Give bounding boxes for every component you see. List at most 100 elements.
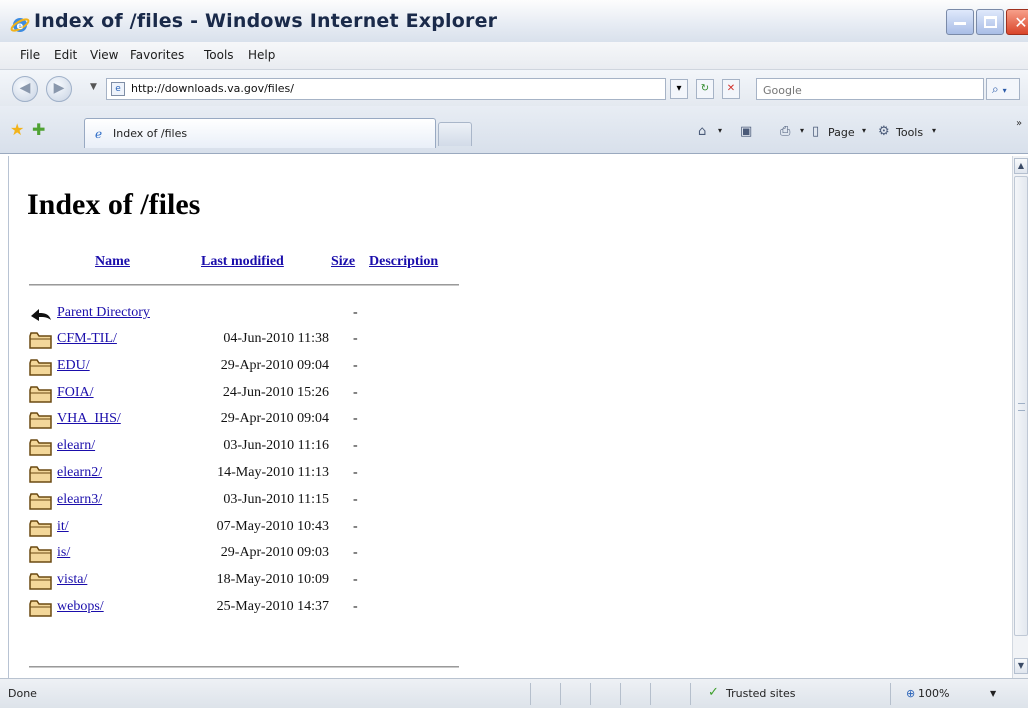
more-commands-icon[interactable]: » bbox=[1016, 118, 1022, 129]
column-header-name[interactable]: Name bbox=[95, 254, 130, 270]
window-title: Index of /files - Windows Internet Explo… bbox=[34, 10, 498, 32]
last-modified-cell: 18-May-2010 10:09 bbox=[216, 572, 329, 588]
folder-link[interactable]: vista/ bbox=[57, 572, 87, 588]
size-cell: - bbox=[353, 518, 358, 534]
address-field[interactable]: e http://downloads.va.gov/files/ bbox=[106, 78, 666, 100]
search-icon: ⌕ bbox=[992, 82, 999, 96]
address-dropdown-icon[interactable]: ▾ bbox=[670, 79, 688, 99]
page-menu[interactable]: Page bbox=[828, 126, 855, 139]
close-button[interactable]: ✕ bbox=[1006, 9, 1028, 35]
size-cell: - bbox=[353, 465, 358, 480]
zoom-dropdown-icon[interactable]: ▼ bbox=[990, 689, 996, 698]
stop-icon[interactable]: ✕ bbox=[722, 79, 740, 99]
list-item: EDU/29-Apr-2010 09:04 - bbox=[9, 353, 479, 379]
list-item: CFM-TIL/04-Jun-2010 11:38 - bbox=[9, 326, 479, 352]
scroll-up-button[interactable]: ▲ bbox=[1014, 158, 1028, 174]
status-separator bbox=[590, 683, 591, 705]
history-dropdown-icon[interactable]: ▼ bbox=[90, 82, 97, 92]
maximize-button[interactable] bbox=[976, 9, 1004, 35]
header-divider bbox=[29, 284, 459, 286]
parent-size: - bbox=[353, 305, 358, 320]
refresh-icon[interactable]: ↻ bbox=[696, 79, 714, 99]
status-separator bbox=[560, 683, 561, 705]
menu-favorites[interactable]: Favorites bbox=[130, 48, 184, 62]
column-header-size[interactable]: Size bbox=[331, 254, 355, 270]
folder-link[interactable]: CFM-TIL/ bbox=[57, 331, 117, 347]
status-separator bbox=[690, 683, 691, 705]
folder-link[interactable]: elearn/ bbox=[57, 438, 95, 454]
page-icon: e bbox=[111, 82, 125, 96]
menu-tools[interactable]: Tools bbox=[204, 48, 234, 62]
footer-divider bbox=[29, 666, 459, 668]
print-icon[interactable]: ⎙ bbox=[780, 124, 790, 139]
star-icon[interactable]: ★ bbox=[10, 120, 24, 139]
folder-icon bbox=[29, 385, 52, 403]
home-dropdown-icon[interactable]: ▾ bbox=[718, 126, 722, 135]
list-item-parent: Parent Directory - bbox=[9, 300, 479, 326]
folder-link[interactable]: it/ bbox=[57, 519, 69, 535]
list-item: elearn2/14-May-2010 11:13 - bbox=[9, 460, 479, 486]
menu-bar: File Edit View Favorites Tools Help bbox=[0, 42, 1028, 70]
list-item: elearn/03-Jun-2010 11:16 - bbox=[9, 433, 479, 459]
size-cell: - bbox=[353, 491, 358, 507]
column-header-description[interactable]: Description bbox=[369, 254, 438, 270]
search-input[interactable] bbox=[757, 80, 983, 101]
maximize-icon bbox=[984, 16, 997, 28]
folder-link[interactable]: FOIA/ bbox=[57, 385, 94, 401]
last-modified-cell: 03-Jun-2010 11:15 bbox=[223, 491, 329, 507]
checkmark-icon: ✓ bbox=[708, 685, 719, 700]
new-tab-button[interactable] bbox=[438, 122, 472, 146]
address-bar: ◀ ▶ ▼ e http://downloads.va.gov/files/ ▾… bbox=[0, 70, 1028, 106]
menu-view[interactable]: View bbox=[90, 48, 118, 62]
url-text[interactable]: http://downloads.va.gov/files/ bbox=[131, 82, 294, 95]
search-dropdown-icon: ▾ bbox=[1002, 86, 1007, 95]
zoom-level[interactable]: 100% bbox=[918, 687, 949, 700]
folder-icon bbox=[29, 439, 52, 456]
folder-link[interactable]: webops/ bbox=[57, 599, 104, 615]
home-icon[interactable]: ⌂ bbox=[698, 124, 706, 139]
tools-dropdown-icon[interactable]: ▾ bbox=[932, 126, 936, 135]
search-field[interactable] bbox=[756, 78, 984, 101]
folder-link[interactable]: is/ bbox=[57, 545, 70, 561]
folder-link[interactable]: elearn2/ bbox=[57, 465, 102, 481]
minimize-button[interactable] bbox=[946, 9, 974, 35]
scroll-thumb[interactable] bbox=[1014, 176, 1028, 636]
last-modified-cell: 07-May-2010 10:43 bbox=[216, 518, 329, 534]
folder-link[interactable]: VHA_IHS/ bbox=[57, 411, 121, 427]
title-bar: e Index of /files - Windows Internet Exp… bbox=[0, 0, 1028, 42]
search-button[interactable]: ⌕ ▾ bbox=[986, 78, 1020, 100]
status-separator bbox=[650, 683, 651, 705]
menu-file[interactable]: File bbox=[20, 48, 40, 62]
folder-icon bbox=[29, 546, 52, 564]
ie-logo-icon: e bbox=[10, 18, 30, 32]
folder-link[interactable]: EDU/ bbox=[57, 358, 90, 374]
folder-link[interactable]: elearn3/ bbox=[57, 492, 102, 508]
tab-index-of-files[interactable]: ℯ Index of /files bbox=[84, 118, 436, 148]
folder-icon bbox=[29, 466, 52, 483]
list-item: it/07-May-2010 10:43 - bbox=[9, 514, 479, 540]
menu-help[interactable]: Help bbox=[248, 48, 275, 62]
magnifier-icon: ⊕ bbox=[906, 687, 916, 700]
forward-button[interactable]: ▶ bbox=[46, 76, 72, 102]
status-separator bbox=[620, 683, 621, 705]
tab-ie-icon: ℯ bbox=[95, 127, 103, 141]
vertical-scrollbar[interactable]: ▲ ▼ bbox=[1012, 156, 1028, 678]
list-item: vista/18-May-2010 10:09 - bbox=[9, 567, 479, 593]
security-zone[interactable]: Trusted sites bbox=[726, 687, 796, 700]
add-favorite-icon[interactable]: ✚ bbox=[32, 120, 45, 139]
menu-edit[interactable]: Edit bbox=[54, 48, 77, 62]
column-header-last-modified[interactable]: Last modified bbox=[201, 254, 284, 270]
scroll-grip-icon bbox=[1018, 403, 1025, 411]
tools-menu[interactable]: Tools bbox=[896, 126, 923, 139]
close-icon: ✕ bbox=[1014, 13, 1028, 32]
minimize-icon bbox=[954, 22, 966, 25]
list-item: elearn3/03-Jun-2010 11:15 - bbox=[9, 487, 479, 513]
parent-directory-link[interactable]: Parent Directory bbox=[57, 305, 150, 321]
back-button[interactable]: ◀ bbox=[12, 76, 38, 102]
print-dropdown-icon[interactable]: ▾ bbox=[800, 126, 804, 135]
feeds-icon[interactable]: ▣ bbox=[740, 124, 752, 139]
scroll-down-button[interactable]: ▼ bbox=[1014, 658, 1028, 674]
page-dropdown-icon[interactable]: ▾ bbox=[862, 126, 866, 135]
last-modified-cell: 25-May-2010 14:37 bbox=[216, 599, 329, 614]
page-viewport: Index of /files Name Last modified Size … bbox=[8, 156, 1012, 678]
